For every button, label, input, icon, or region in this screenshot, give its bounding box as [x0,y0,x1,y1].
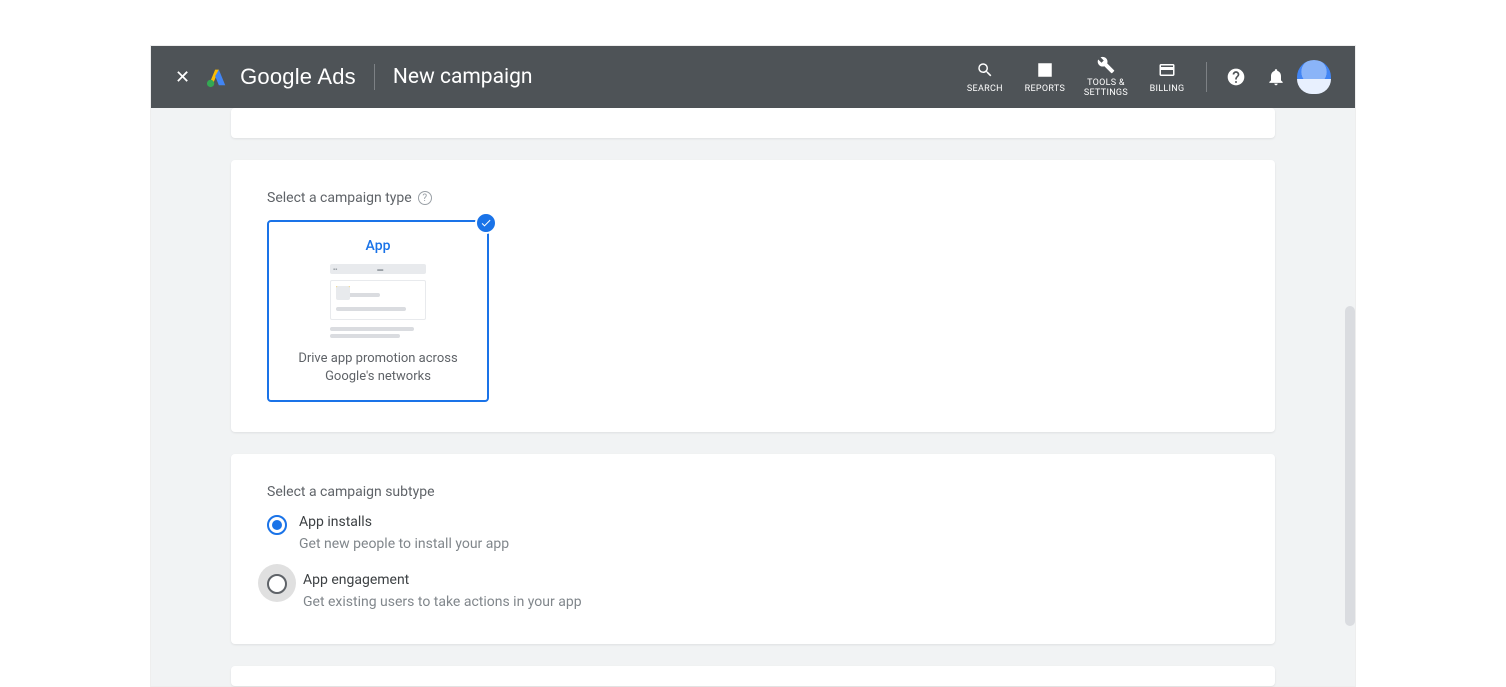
tile-title: App [283,238,473,254]
reports-button[interactable]: REPORTS [1024,60,1066,94]
campaign-subtype-card: Select a campaign subtype App installs G… [231,454,1275,644]
close-icon[interactable]: ✕ [165,61,200,94]
tile-illustration: ▪▪▬ [330,264,426,338]
search-button[interactable]: SEARCH [964,60,1006,94]
tools-button[interactable]: TOOLS & SETTINGS [1084,55,1128,99]
subtype-option-app-engagement[interactable]: App engagement Get existing users to tak… [267,572,1239,610]
divider [1206,62,1207,92]
content: Select a campaign type ? App ▪▪▬ [151,108,1355,686]
search-icon [976,60,994,80]
section-label: Select a campaign subtype [267,484,1239,500]
top-bar: ✕ Google Ads New campaign SEARCH REPORTS [151,46,1355,108]
billing-button[interactable]: BILLING [1146,60,1188,94]
google-ads-logo [206,66,228,88]
app-campaign-tile[interactable]: App ▪▪▬ Drive app promotion across Googl… [267,220,489,402]
section-label: Select a campaign type ? [267,190,1239,206]
brand-label: Google Ads [240,64,356,90]
reports-icon [1036,60,1054,80]
billing-icon [1158,60,1176,80]
prev-section-card [231,108,1275,138]
avatar[interactable] [1297,60,1331,94]
option-title: App engagement [303,572,582,588]
option-description: Get new people to install your app [299,536,509,552]
help-button[interactable] [1225,66,1247,88]
page-title: New campaign [393,65,533,89]
scrollbar[interactable] [1345,306,1355,626]
radio-selected-icon[interactable] [267,515,287,535]
campaign-type-card: Select a campaign type ? App ▪▪▬ [231,160,1275,432]
divider [374,64,375,90]
top-buttons: SEARCH REPORTS TOOLS & SETTINGS BILLING [964,55,1287,99]
tile-description: Drive app promotion across Google's netw… [283,350,473,386]
next-section-card [231,666,1275,686]
help-icon[interactable]: ? [418,191,432,205]
subtype-option-app-installs[interactable]: App installs Get new people to install y… [267,514,1239,552]
radio-unselected-icon[interactable] [267,574,287,594]
notifications-button[interactable] [1265,66,1287,88]
option-title: App installs [299,514,509,530]
wrench-icon [1097,55,1115,75]
option-description: Get existing users to take actions in yo… [303,594,582,610]
radio-hover-ripple[interactable] [258,564,296,602]
check-icon [475,212,497,234]
